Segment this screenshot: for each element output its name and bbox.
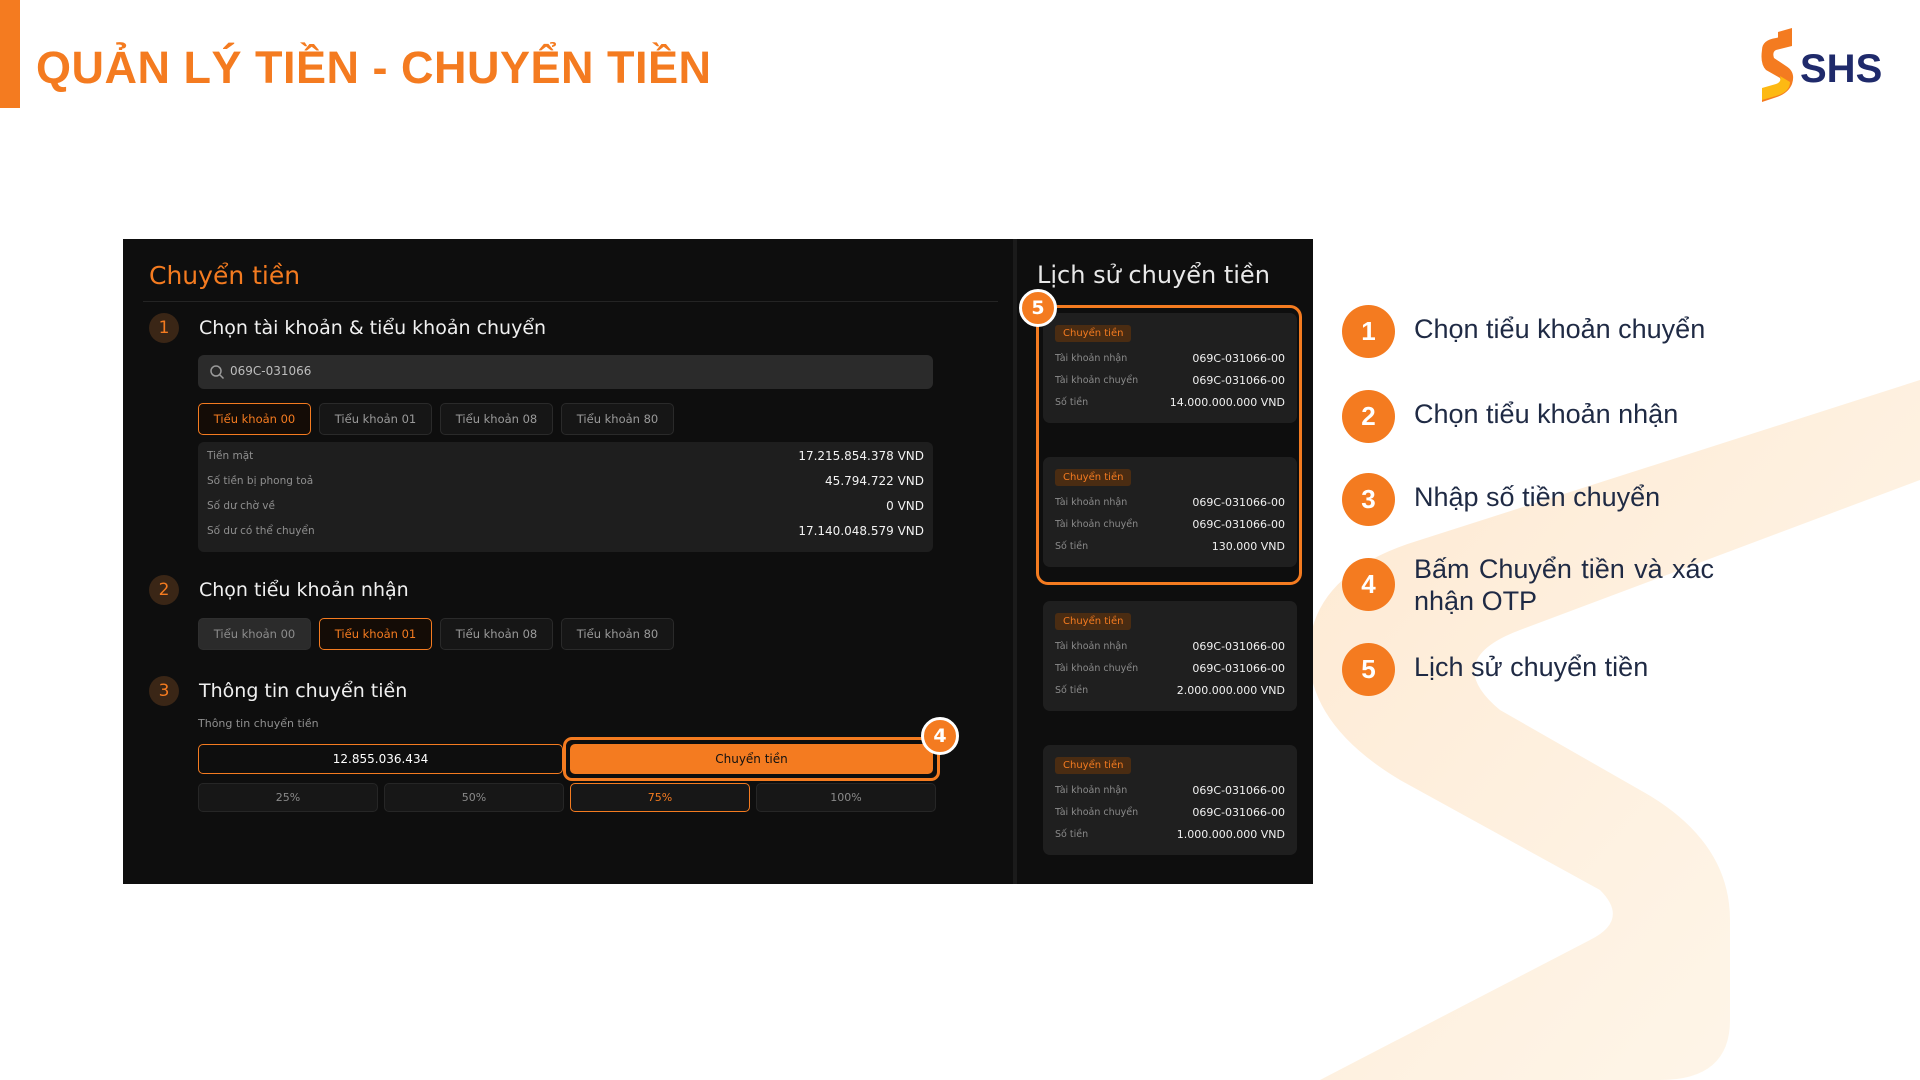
legend-text: Nhập số tiền chuyển	[1414, 482, 1661, 512]
percent-50-button[interactable]: 50%	[384, 783, 564, 812]
balance-label: Tiền mặt	[207, 450, 254, 462]
balance-label: Số tiền bị phong toả	[207, 475, 314, 487]
target-tab-08[interactable]: Tiểu khoản 08	[440, 618, 553, 650]
legend-text: Bấm Chuyển tiền và xác nhận OTP	[1414, 554, 1714, 616]
history-panel: Lịch sử chuyển tiền Chuyển tiền Tài khoả…	[1017, 239, 1313, 884]
legend-number: 2	[1342, 390, 1395, 443]
history-label: Tài khoản nhận	[1055, 785, 1128, 796]
step-1-title: Chọn tài khoản & tiểu khoản chuyển	[199, 317, 547, 339]
history-value: 1.000.000.000 VND	[1176, 828, 1285, 841]
balance-label: Số dư có thể chuyển	[207, 525, 315, 537]
target-tab-01[interactable]: Tiểu khoản 01	[319, 618, 432, 650]
balance-label: Số dư chờ về	[207, 500, 275, 512]
shs-logo-mark: SHS	[1761, 28, 1882, 102]
history-value: 069C-031066-00	[1192, 784, 1285, 797]
history-row: Tài khoản nhận 069C-031066-00	[1055, 783, 1285, 799]
callout-badge-4: 4	[921, 717, 959, 755]
history-row: Số tiền 1.000.000.000 VND	[1055, 827, 1285, 843]
transfer-info-label: Thông tin chuyển tiền	[198, 717, 319, 730]
legend-item-5: 5 Lịch sử chuyển tiền	[1342, 638, 1902, 698]
balance-value: 17.215.854.378 VND	[798, 449, 924, 463]
target-tab-00[interactable]: Tiểu khoản 00	[198, 618, 311, 650]
percent-25-button[interactable]: 25%	[198, 783, 378, 812]
source-tab-08[interactable]: Tiểu khoản 08	[440, 403, 553, 435]
legend-number: 3	[1342, 473, 1395, 526]
balance-value: 0 VND	[886, 499, 924, 513]
account-search-input[interactable]: 069C-031066	[198, 355, 933, 389]
step-3-title: Thông tin chuyển tiền	[199, 680, 408, 702]
history-label: Tài khoản chuyển	[1055, 807, 1139, 818]
history-value: 2.000.000.000 VND	[1176, 684, 1285, 697]
step-3-number: 3	[149, 676, 179, 706]
slide-title: QUẢN LÝ TIỀN - CHUYỂN TIỀN	[36, 42, 712, 93]
callout-frame-transfer-button	[563, 737, 940, 781]
source-tab-01[interactable]: Tiểu khoản 01	[319, 403, 432, 435]
step-2-title: Chọn tiểu khoản nhận	[199, 579, 409, 601]
history-row: Tài khoản chuyển 069C-031066-00	[1055, 805, 1285, 821]
balance-row: Số dư chờ về 0 VND	[207, 497, 924, 517]
balance-value: 45.794.722 VND	[825, 474, 924, 488]
history-item[interactable]: Chuyển tiền Tài khoản nhận 069C-031066-0…	[1043, 601, 1297, 711]
history-item[interactable]: Chuyển tiền Tài khoản nhận 069C-031066-0…	[1043, 745, 1297, 855]
amount-input[interactable]: 12.855.036.434	[198, 744, 563, 774]
percent-options: 25% 50% 75% 100%	[198, 783, 936, 812]
shs-logo: SHS	[1756, 26, 1896, 104]
legend-number: 1	[1342, 305, 1395, 358]
legend-item-4: 4 Bấm Chuyển tiền và xác nhận OTP	[1342, 553, 1902, 623]
history-label: Tài khoản chuyển	[1055, 663, 1139, 674]
legend-text: Chọn tiểu khoản nhận	[1414, 399, 1679, 429]
history-label: Tài khoản nhận	[1055, 641, 1128, 652]
transfer-panel-title: Chuyển tiền	[149, 261, 301, 290]
source-tab-80[interactable]: Tiểu khoản 80	[561, 403, 674, 435]
balance-summary: Tiền mặt 17.215.854.378 VND Số tiền bị p…	[198, 442, 933, 552]
transfer-panel: Chuyển tiền 1 Chọn tài khoản & tiểu khoả…	[123, 239, 1013, 884]
step-1-number: 1	[149, 313, 179, 343]
balance-value: 17.140.048.579 VND	[798, 524, 924, 538]
legend-item-3: 3 Nhập số tiền chuyển	[1342, 468, 1902, 528]
percent-75-button[interactable]: 75%	[570, 783, 750, 812]
balance-row: Số tiền bị phong toả 45.794.722 VND	[207, 472, 924, 492]
callout-frame-history	[1036, 305, 1302, 585]
step-2-number: 2	[149, 575, 179, 605]
history-row: Tài khoản nhận 069C-031066-00	[1055, 639, 1285, 655]
legend-number: 4	[1342, 558, 1395, 611]
legend-text: Chọn tiểu khoản chuyển	[1414, 314, 1706, 344]
target-subaccount-tabs: Tiểu khoản 00 Tiểu khoản 01 Tiểu khoản 0…	[198, 618, 674, 650]
history-value: 069C-031066-00	[1192, 662, 1285, 675]
source-subaccount-tabs: Tiểu khoản 00 Tiểu khoản 01 Tiểu khoản 0…	[198, 403, 674, 435]
divider	[143, 301, 998, 302]
source-tab-00[interactable]: Tiểu khoản 00	[198, 403, 311, 435]
history-tag: Chuyển tiền	[1055, 757, 1132, 774]
history-value: 069C-031066-00	[1192, 640, 1285, 653]
history-label: Số tiền	[1055, 829, 1089, 840]
history-tag: Chuyển tiền	[1055, 613, 1132, 630]
history-row: Số tiền 2.000.000.000 VND	[1055, 683, 1285, 699]
legend-item-2: 2 Chọn tiểu khoản nhận	[1342, 385, 1902, 445]
legend-item-1: 1 Chọn tiểu khoản chuyển	[1342, 300, 1902, 360]
app-screenshot: Chuyển tiền 1 Chọn tài khoản & tiểu khoả…	[123, 239, 1313, 884]
history-row: Tài khoản chuyển 069C-031066-00	[1055, 661, 1285, 677]
balance-row: Số dư có thể chuyển 17.140.048.579 VND	[207, 522, 924, 542]
balance-row: Tiền mặt 17.215.854.378 VND	[207, 447, 924, 467]
search-value: 069C-031066	[230, 364, 312, 378]
title-accent-bar	[0, 0, 20, 108]
history-value: 069C-031066-00	[1192, 806, 1285, 819]
percent-100-button[interactable]: 100%	[756, 783, 936, 812]
history-title: Lịch sử chuyển tiền	[1037, 261, 1270, 289]
callout-badge-5: 5	[1019, 289, 1057, 327]
history-label: Số tiền	[1055, 685, 1089, 696]
brand-text: SHS	[1800, 47, 1882, 91]
legend-number: 5	[1342, 643, 1395, 696]
legend-text: Lịch sử chuyển tiền	[1414, 652, 1649, 682]
target-tab-80[interactable]: Tiểu khoản 80	[561, 618, 674, 650]
search-icon	[210, 365, 225, 380]
